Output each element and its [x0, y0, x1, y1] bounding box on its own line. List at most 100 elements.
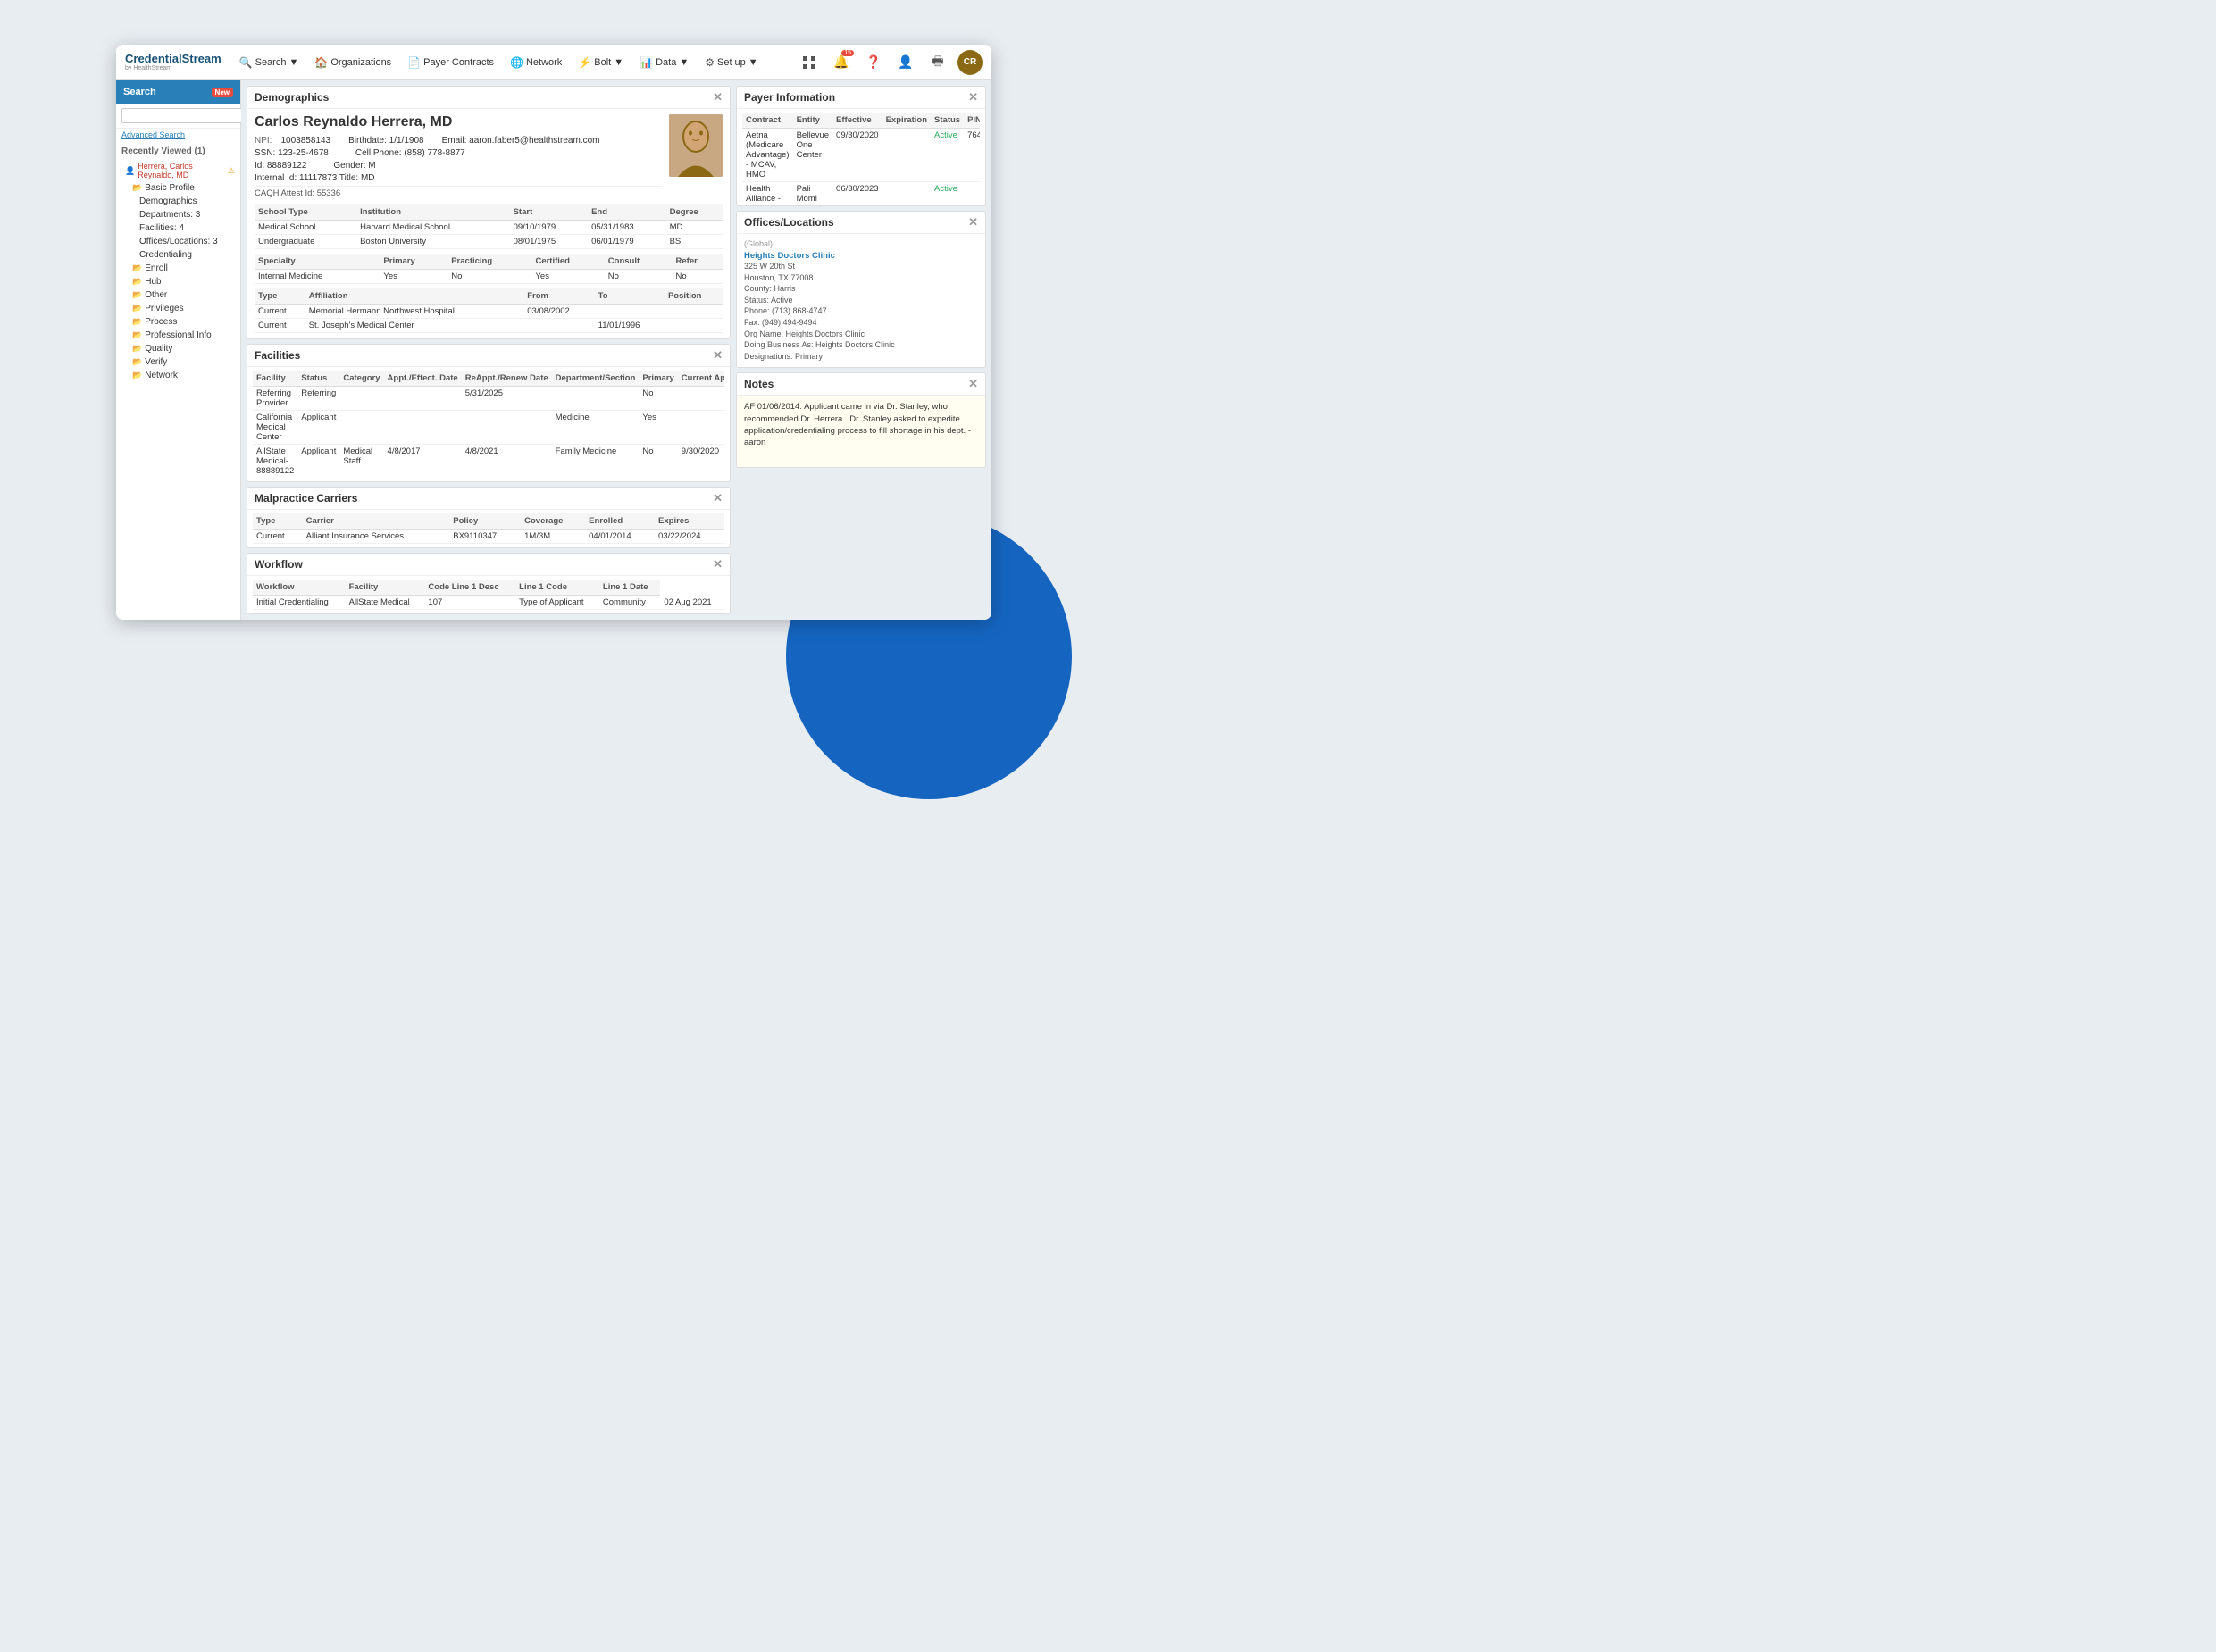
sidebar-item-privileges[interactable]: 📂 Privileges — [116, 302, 240, 315]
sidebar-item-offices[interactable]: Offices/Locations: 3 — [116, 235, 240, 248]
facilities-header: Facilities ✕ — [247, 345, 730, 367]
sidebar-item-enroll[interactable]: 📂 Enroll — [116, 262, 240, 275]
sidebar-item-facilities[interactable]: Facilities: 4 — [116, 221, 240, 235]
fac-col-dept: Department/Section — [552, 371, 640, 387]
print-button[interactable]: 🖶 — [925, 50, 950, 75]
table-row: Internal MedicineYesNoYesNoNo — [255, 270, 723, 284]
facilities-card: Facilities ✕ Facility Status Category — [247, 344, 731, 482]
malpractice-header: Malpractice Carriers ✕ — [247, 488, 730, 510]
data-icon: 📊 — [640, 56, 653, 69]
malpractice-close-button[interactable]: ✕ — [713, 491, 723, 505]
notification-badge: 15 — [841, 50, 854, 56]
search-icon: 🔍 — [239, 56, 253, 69]
notification-button[interactable]: 🔔 15 — [829, 50, 854, 75]
education-section: School Type Institution Start End Degree… — [255, 204, 723, 249]
sidebar-label: Hub — [145, 277, 161, 287]
mal-col-policy: Policy — [449, 513, 521, 530]
notes-header: Notes ✕ — [737, 373, 985, 396]
office-name[interactable]: Heights Doctors Clinic — [744, 251, 978, 261]
help-button[interactable]: ❓ — [861, 50, 886, 75]
facilities-scroll[interactable]: Facility Status Category Appt./Effect. D… — [253, 371, 724, 478]
demographics-body: Carlos Reynaldo Herrera, MD NPI: 1003858… — [247, 109, 730, 338]
sidebar-item-departments[interactable]: Departments: 3 — [116, 208, 240, 221]
fac-col-primary: Primary — [639, 371, 677, 387]
demographics-close-button[interactable]: ✕ — [713, 90, 723, 104]
demo-row-id: Id: 88889122 Gender: M — [255, 161, 662, 171]
sidebar-label: Verify — [145, 357, 167, 367]
payer-info-close-button[interactable]: ✕ — [968, 90, 978, 104]
folder-icon: 📂 — [132, 263, 142, 273]
chevron-down-icon: ▼ — [288, 57, 298, 68]
advanced-search-link[interactable]: Advanced Search — [116, 129, 240, 143]
spec-col-certified: Certified — [531, 254, 604, 270]
folder-icon: 📂 — [132, 277, 142, 287]
nav-network[interactable]: 🌐 Network — [503, 45, 569, 80]
wf-col-code: Line 1 Code — [515, 580, 599, 596]
sidebar-item-hub[interactable]: 📂 Hub — [116, 275, 240, 288]
nav-items: 🔍 Search ▼ 🏠 Organizations 📄 Payer Contr… — [232, 45, 797, 80]
payer-info-body: Contract Entity Effective Expiration Sta… — [737, 109, 985, 205]
sidebar-item-other[interactable]: 📂 Other — [116, 288, 240, 302]
notes-close-button[interactable]: ✕ — [968, 377, 978, 391]
spec-col-refer: Refer — [673, 254, 723, 270]
sidebar-item-network[interactable]: 📂 Network — [116, 369, 240, 382]
bolt-icon: ⚡ — [578, 56, 591, 69]
edu-col-degree: Degree — [666, 204, 723, 221]
table-row: Initial CredentialingAllState Medical107… — [253, 596, 724, 610]
spec-col-specialty: Specialty — [255, 254, 380, 270]
sidebar-item-demographics[interactable]: Demographics — [116, 195, 240, 208]
notes-body: AF 01/06/2014: Applicant came in via Dr.… — [737, 396, 985, 467]
sidebar-item-verify[interactable]: 📂 Verify — [116, 355, 240, 369]
content-area: Search New ✕ 🔍 Advanced Search Recently … — [116, 80, 991, 620]
sidebar-label: Credentialing — [139, 250, 192, 260]
avatar-initials: CR — [964, 57, 976, 67]
nav-search-label: Search — [255, 57, 287, 68]
apps-button[interactable] — [797, 50, 822, 75]
sidebar-item-process[interactable]: 📂 Process — [116, 315, 240, 329]
sidebar-item-basic-profile[interactable]: 📂 Basic Profile — [116, 181, 240, 195]
workflow-table: Workflow Facility Code Line 1 Desc Line … — [253, 580, 724, 610]
sidebar-item-quality[interactable]: 📂 Quality — [116, 342, 240, 355]
workflow-body: Workflow Facility Code Line 1 Desc Line … — [247, 576, 730, 613]
demographics-top: Carlos Reynaldo Herrera, MD NPI: 1003858… — [255, 114, 723, 200]
workflow-close-button[interactable]: ✕ — [713, 557, 723, 572]
nav-payer-label: Payer Contracts — [423, 57, 494, 68]
fac-col-facility: Facility — [253, 371, 297, 387]
nav-payer-contracts[interactable]: 📄 Payer Contracts — [400, 45, 501, 80]
ssn-value: SSN: 123-25-4678 — [255, 148, 329, 158]
sidebar-label: Network — [145, 371, 178, 380]
search-input[interactable] — [121, 108, 248, 123]
provider-name: Carlos Reynaldo Herrera, MD — [255, 114, 662, 130]
spec-col-practicing: Practicing — [447, 254, 531, 270]
fac-col-current: Current Appt from Date — [678, 371, 724, 387]
folder-icon: 📂 — [132, 290, 142, 300]
sidebar-item-credentialing[interactable]: Credentialing — [116, 248, 240, 262]
education-table: School Type Institution Start End Degree… — [255, 204, 723, 249]
person-icon: 👤 — [125, 166, 135, 176]
avatar[interactable]: CR — [957, 50, 983, 75]
payer-table: Contract Entity Effective Expiration Sta… — [742, 113, 980, 202]
payer-info-scroll[interactable]: Contract Entity Effective Expiration Sta… — [742, 113, 980, 202]
workflow-title: Workflow — [255, 558, 303, 571]
new-badge: New — [212, 88, 233, 97]
affil-col-type: Type — [255, 288, 305, 305]
facilities-close-button[interactable]: ✕ — [713, 348, 723, 363]
npi-label: NPI: — [255, 136, 272, 146]
offices-close-button[interactable]: ✕ — [968, 215, 978, 229]
sidebar-tree: 👤 Herrera, Carlos Reynaldo, MD ⚠ 📂 Basic… — [116, 158, 240, 620]
nav-bolt[interactable]: ⚡ Bolt ▼ — [571, 45, 631, 80]
sidebar-provider-name: Herrera, Carlos Reynaldo, MD — [138, 162, 226, 179]
nav-data[interactable]: 📊 Data ▼ — [632, 45, 696, 80]
sidebar: Search New ✕ 🔍 Advanced Search Recently … — [116, 80, 241, 620]
user-button[interactable]: 👤 — [893, 50, 918, 75]
nav-organizations[interactable]: 🏠 Organizations — [307, 45, 398, 80]
fac-col-reappt: ReAppt./Renew Date — [462, 371, 552, 387]
sidebar-item-professional-info[interactable]: 📂 Professional Info — [116, 329, 240, 342]
nav-search[interactable]: 🔍 Search ▼ — [232, 45, 306, 80]
nav-setup[interactable]: ⚙ Set up ▼ — [698, 45, 765, 80]
mal-col-expires: Expires — [655, 513, 724, 530]
wf-col-facility: Facility — [346, 580, 425, 596]
help-icon: ❓ — [865, 54, 881, 70]
app-logo: CredentialStream by HealthStream — [125, 53, 222, 71]
sidebar-item-provider[interactable]: 👤 Herrera, Carlos Reynaldo, MD ⚠ — [116, 160, 240, 181]
